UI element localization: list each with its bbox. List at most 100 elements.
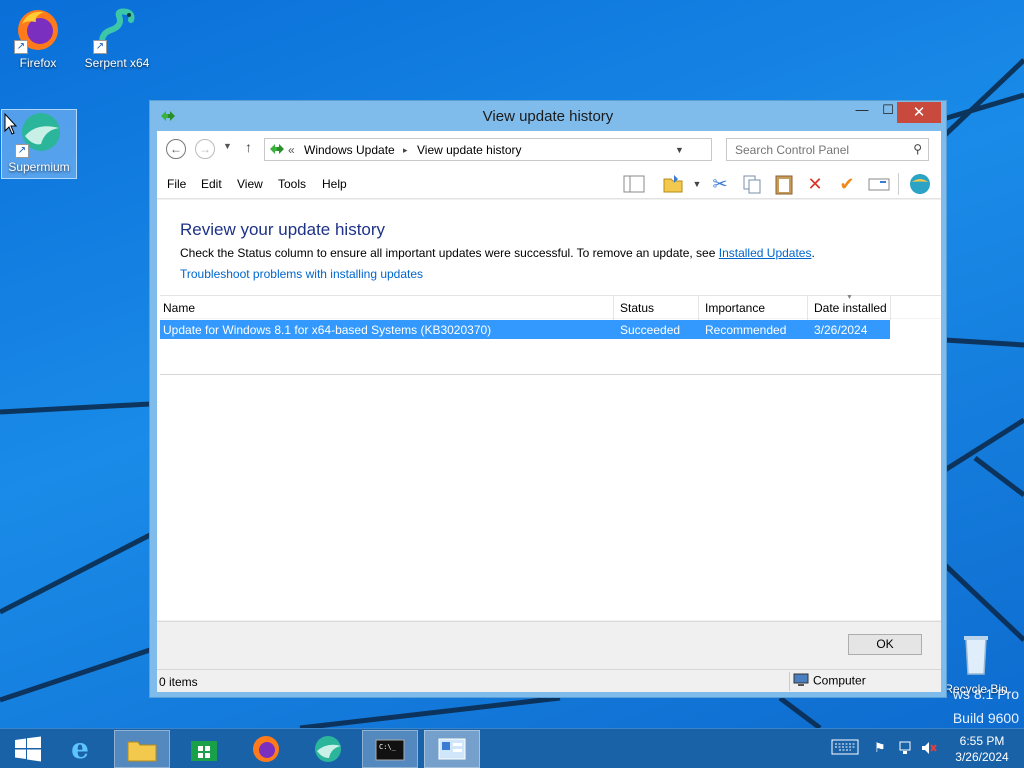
zone-indicator: Computer xyxy=(793,673,866,690)
network-icon[interactable] xyxy=(898,740,914,759)
update-history-table: Name Status Importance ▼ Date installed … xyxy=(160,294,941,375)
breadcrumb-view-update-history[interactable]: View update history xyxy=(417,143,522,157)
firefox-taskbar-button[interactable] xyxy=(238,730,294,768)
menu-edit[interactable]: Edit xyxy=(201,177,222,191)
firefox-icon: ↗ xyxy=(14,6,62,54)
sort-descending-icon: ▼ xyxy=(846,294,853,301)
recent-locations-chevron-icon[interactable]: ▼ xyxy=(223,141,232,151)
column-divider[interactable] xyxy=(698,296,699,320)
navigation-bar: ← → ▼ ↑ « Windows Update ▸ View update h… xyxy=(157,131,941,169)
close-button[interactable]: ✕ xyxy=(897,102,941,123)
paste-icon[interactable] xyxy=(771,172,797,196)
search-icon[interactable]: ⚲ xyxy=(913,142,922,156)
cut-icon[interactable]: ✂ xyxy=(707,172,733,196)
serpent-icon: ↗ xyxy=(93,6,141,54)
folder-icon xyxy=(127,741,157,762)
clock-date: 3/26/2024 xyxy=(955,750,1009,764)
control-panel-taskbar-button[interactable] xyxy=(424,730,480,768)
recycle-bin-icon xyxy=(952,632,1000,680)
action-center-flag-icon[interactable]: ⚑ xyxy=(874,740,886,756)
column-divider[interactable] xyxy=(807,296,808,320)
start-button[interactable] xyxy=(0,730,56,768)
internet-explorer-icon: e xyxy=(71,732,89,765)
window-client: ← → ▼ ↑ « Windows Update ▸ View update h… xyxy=(157,131,941,692)
menu-toolbar: File Edit View Tools Help ▼ ✂ ✕ ✔ xyxy=(157,169,941,199)
menu-tools[interactable]: Tools xyxy=(278,177,306,191)
dialog-footer: OK xyxy=(157,621,941,669)
system-clock[interactable]: 6:55 PM 3/26/2024 xyxy=(944,733,1020,765)
back-button[interactable]: ← xyxy=(166,139,186,159)
toolbar-separator xyxy=(898,173,899,195)
column-header-importance[interactable]: Importance xyxy=(705,301,765,315)
supermium-icon xyxy=(315,736,341,762)
properties-folder-icon[interactable] xyxy=(660,172,686,196)
store-icon xyxy=(191,741,217,761)
firefox-desktop-icon[interactable]: ↗ Firefox xyxy=(0,6,76,70)
column-header-name[interactable]: Name xyxy=(163,301,195,315)
column-header-status[interactable]: Status xyxy=(620,301,654,315)
checkmark-icon[interactable]: ✔ xyxy=(834,172,860,196)
serpent-desktop-icon[interactable]: ↗ Serpent x64 xyxy=(79,6,155,70)
update-importance-cell: Recommended xyxy=(705,323,787,337)
clock-time: 6:55 PM xyxy=(959,734,1005,748)
shortcut-arrow-icon: ↗ xyxy=(15,144,29,158)
search-box[interactable]: ⚲ xyxy=(726,138,929,161)
status-bar: 0 items Computer xyxy=(157,669,941,692)
desktop-icon-label: Supermium xyxy=(8,160,70,174)
instructions-body: Check the Status column to ensure all im… xyxy=(180,246,716,260)
file-explorer-taskbar-button[interactable] xyxy=(114,730,170,768)
table-row[interactable]: Update for Windows 8.1 for x64-based Sys… xyxy=(160,320,890,339)
address-dropdown-icon[interactable]: ▼ xyxy=(675,145,684,155)
zone-label: Computer xyxy=(813,673,866,688)
edition-watermark: ws 8.1 Pro xyxy=(952,686,1019,702)
instructions-text: Check the Status column to ensure all im… xyxy=(180,246,815,260)
search-input[interactable] xyxy=(735,140,905,160)
shortcut-arrow-icon: ↗ xyxy=(93,40,107,54)
control-panel-globe-icon[interactable] xyxy=(907,172,933,196)
internet-explorer-taskbar-button[interactable]: e xyxy=(52,730,108,768)
desktop-icon-label: Firefox xyxy=(19,56,57,70)
svg-text:C:\_: C:\_ xyxy=(379,743,397,751)
breadcrumb-windows-update[interactable]: Windows Update xyxy=(304,143,395,157)
computer-icon xyxy=(793,673,809,690)
firefox-icon xyxy=(253,736,279,762)
forward-button[interactable]: → xyxy=(195,139,215,159)
menu-help[interactable]: Help xyxy=(322,177,347,191)
menu-file[interactable]: File xyxy=(167,177,186,191)
page-title: Review your update history xyxy=(180,220,386,239)
rename-icon[interactable] xyxy=(866,172,892,196)
menu-view[interactable]: View xyxy=(237,177,263,191)
address-bar[interactable]: « Windows Update ▸ View update history ▼… xyxy=(264,138,812,161)
status-separator xyxy=(789,672,790,691)
column-divider[interactable] xyxy=(890,296,891,320)
update-date-cell: 3/26/2024 xyxy=(814,323,868,337)
command-prompt-icon: C:\_ xyxy=(375,739,405,761)
window-title: View update history xyxy=(482,108,614,125)
touch-keyboard-icon[interactable] xyxy=(831,738,859,759)
supermium-taskbar-button[interactable] xyxy=(300,730,356,768)
store-taskbar-button[interactable] xyxy=(176,730,232,768)
table-header: Name Status Importance ▼ Date installed xyxy=(160,294,941,320)
column-header-date-installed[interactable]: Date installed xyxy=(814,301,887,315)
delete-icon[interactable]: ✕ xyxy=(802,172,828,196)
up-button[interactable]: ↑ xyxy=(245,139,252,155)
address-overflow[interactable]: « xyxy=(288,143,295,157)
volume-muted-icon[interactable] xyxy=(920,740,938,759)
copy-icon[interactable] xyxy=(739,172,765,196)
shortcut-arrow-icon: ↗ xyxy=(14,40,28,54)
taskbar: e C:\_ ⚑ 6:55 PM 3/26/2024 xyxy=(0,728,1024,768)
layout-pane-icon[interactable] xyxy=(621,172,647,196)
ok-button[interactable]: OK xyxy=(848,634,922,655)
build-watermark: Build 9600 xyxy=(952,710,1019,726)
supermium-icon: ↗ xyxy=(15,110,63,158)
minimize-button[interactable]: — xyxy=(849,102,875,123)
command-prompt-taskbar-button[interactable]: C:\_ xyxy=(362,730,418,768)
control-panel-icon xyxy=(438,738,466,760)
title-bar[interactable]: View update history — ☐ ✕ xyxy=(150,101,946,131)
installed-updates-link[interactable]: Installed Updates xyxy=(719,246,812,260)
control-panel-icon xyxy=(269,142,285,159)
breadcrumb-separator-icon[interactable]: ▸ xyxy=(403,145,408,156)
column-divider[interactable] xyxy=(613,296,614,320)
troubleshoot-link[interactable]: Troubleshoot problems with installing up… xyxy=(180,267,423,281)
mouse-cursor-icon xyxy=(4,113,18,135)
